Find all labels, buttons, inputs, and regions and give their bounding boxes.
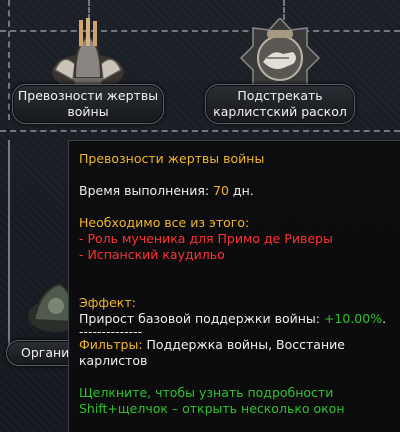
tooltip-filters: Фильтры: Поддержка войны, Восстание: [79, 337, 345, 352]
tooltip-effect-value: +10.00%: [323, 311, 383, 326]
tree-connector: [88, 0, 90, 20]
focus-label-plate: Подстрекать карлистский раскол: [205, 84, 355, 124]
tree-connector: [0, 130, 400, 132]
tooltip-requirements-heading: Необходимо все из этого:: [79, 215, 250, 230]
focus-label-plate: Превозности жертвы войны: [12, 84, 164, 124]
focus-tooltip: Превозности жертвы войны Время выполнени…: [68, 140, 400, 432]
focus-exalt-label: Превозности жертвы войны: [17, 88, 159, 119]
tooltip-requirement-item: - Испанский каудильо: [79, 247, 225, 262]
tree-connector: [8, 0, 10, 120]
focus-incite-carlist-split[interactable]: Подстрекать карлистский раскол: [205, 16, 355, 126]
tooltip-hint-shift-click: Shift+щелчок – открыть несколько окон: [79, 401, 345, 416]
focus-carlist-label: Подстрекать карлистский раскол: [213, 88, 347, 119]
tooltip-days-value: 70: [213, 183, 229, 198]
tooltip-title: Превозности жертвы войны: [79, 151, 265, 166]
tooltip-separator: --------------: [79, 324, 143, 339]
tooltip-hint-click: Щелкните, чтобы узнать подробности: [79, 385, 334, 400]
focus-partial-label: Органи: [21, 345, 70, 360]
tooltip-completion-time: Время выполнения: 70 дн.: [79, 183, 254, 198]
focus-exalt-war-sacrifices[interactable]: Превозности жертвы войны: [12, 18, 164, 126]
tooltip-filters-continued: карлистов: [79, 353, 148, 368]
tooltip-effect-heading: Эффект:: [79, 295, 136, 310]
tooltip-requirement-item: - Роль мученика для Примо де Риверы: [79, 231, 333, 246]
tree-connector: [283, 0, 285, 20]
